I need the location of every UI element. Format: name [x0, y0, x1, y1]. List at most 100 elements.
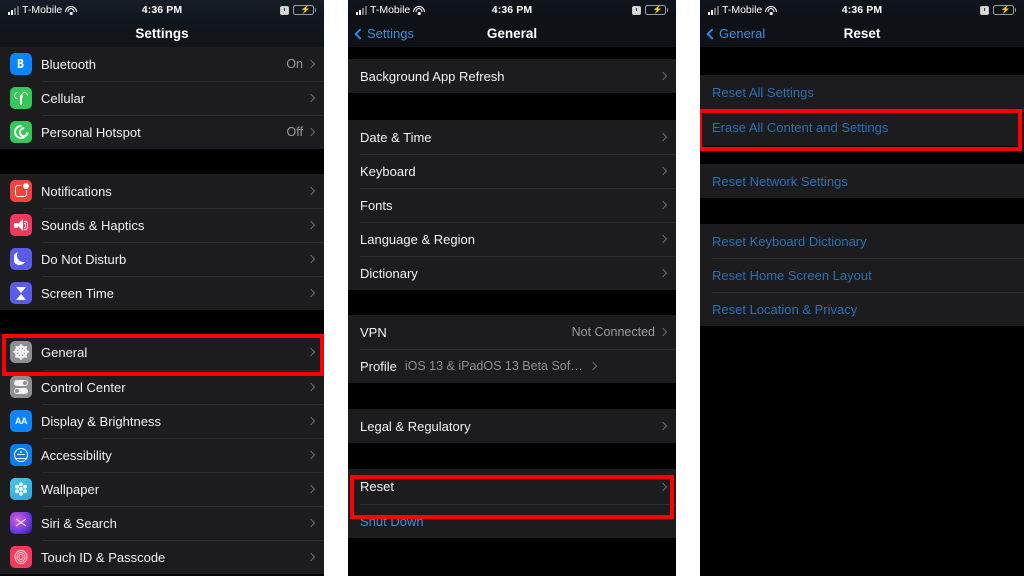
page-title: Settings [135, 26, 189, 41]
reset-row-erase-all-content-and-settings[interactable]: Erase All Content and Settings [700, 109, 1024, 146]
row-label: Reset [360, 479, 394, 494]
reset-row-reset-keyboard-dictionary[interactable]: Reset Keyboard Dictionary [700, 224, 1024, 258]
settings-row-personal-hotspot[interactable]: Personal Hotspot Off [0, 115, 324, 149]
settings-row-do-not-disturb[interactable]: Do Not Disturb [0, 242, 324, 276]
reset-row-reset-network-settings[interactable]: Reset Network Settings [700, 164, 1024, 198]
row-label: Sounds & Haptics [41, 217, 145, 233]
group-gap [700, 198, 1024, 224]
chevron-right-icon [306, 186, 316, 196]
carrier-label: T-Mobile [722, 4, 763, 16]
row-label: Reset Location & Privacy [712, 301, 858, 317]
chevron-right-icon [306, 220, 316, 230]
chevron-right-icon [306, 127, 316, 137]
general-row-background-app-refresh[interactable]: Background App Refresh [348, 59, 676, 93]
settings-row-bluetooth[interactable]: Bluetooth On [0, 47, 324, 81]
chevron-left-icon [354, 27, 366, 40]
settings-row-accessibility[interactable]: Accessibility [0, 438, 324, 472]
settings-row-notifications[interactable]: Notifications [0, 174, 324, 208]
settings-row-sounds-haptics[interactable]: Sounds & Haptics [0, 208, 324, 242]
settings-row-cellular[interactable]: Cellular [0, 81, 324, 115]
row-label: Personal Hotspot [41, 124, 141, 140]
row-value: Off [286, 125, 303, 139]
reset-group-network: Reset Network Settings [700, 164, 1024, 198]
chevron-right-icon [306, 347, 316, 357]
signal-bars-icon [708, 5, 719, 15]
row-value: On [286, 57, 303, 71]
row-label: Reset All Settings [712, 84, 814, 100]
chevron-right-icon [306, 552, 316, 562]
settings-row-touch-id-passcode[interactable]: Touch ID & Passcode [0, 540, 324, 574]
chevron-left-icon [706, 27, 718, 40]
general-list[interactable]: Background App Refresh Date & Time Keybo… [348, 47, 676, 568]
carrier-label: T-Mobile [370, 4, 411, 16]
general-group-background-refresh: Background App Refresh [348, 59, 676, 93]
row-label: Keyboard [360, 163, 416, 179]
row-label: Screen Time [41, 285, 114, 301]
chevron-right-icon [306, 416, 316, 426]
settings-row-screen-time[interactable]: Screen Time [0, 276, 324, 310]
back-button-label: General [719, 26, 766, 41]
row-label: Accessibility [41, 447, 112, 463]
row-label: Language & Region [360, 231, 475, 247]
reset-row-reset-home-screen-layout[interactable]: Reset Home Screen Layout [700, 258, 1024, 292]
settings-row-wallpaper[interactable]: Wallpaper [0, 472, 324, 506]
general-row-vpn[interactable]: VPN Not Connected [348, 315, 676, 349]
row-label: Profile [360, 358, 397, 374]
row-label: Control Center [41, 379, 126, 395]
row-value: Not Connected [571, 325, 655, 339]
settings-row-siri-search[interactable]: Siri & Search [0, 506, 324, 540]
reset-row-reset-location-privacy[interactable]: Reset Location & Privacy [700, 292, 1024, 326]
row-label: Cellular [41, 90, 86, 106]
chevron-right-icon [658, 327, 668, 337]
row-label: Display & Brightness [41, 413, 161, 429]
general-row-keyboard[interactable]: Keyboard [348, 154, 676, 188]
status-bar-left: T-Mobile [356, 4, 426, 16]
touch-id-passcode-icon [10, 546, 32, 568]
battery-charging-icon: ⚡ [292, 5, 316, 15]
group-gap [700, 47, 1024, 75]
general-row-fonts[interactable]: Fonts [348, 188, 676, 222]
group-gap [348, 538, 676, 568]
row-label: Wallpaper [41, 481, 100, 497]
row-label: General [41, 344, 88, 360]
personal-hotspot-icon [10, 121, 32, 143]
row-label: Notifications [41, 183, 112, 199]
general-row-date-time[interactable]: Date & Time [348, 120, 676, 154]
chevron-right-icon [306, 518, 316, 528]
general-row-legal-regulatory[interactable]: Legal & Regulatory [348, 409, 676, 443]
siri-search-icon [10, 512, 32, 534]
general-row-shut-down[interactable]: Shut Down [348, 504, 676, 538]
back-button-general[interactable]: General [706, 26, 766, 41]
reset-group-primary: Reset All Settings Erase All Content and… [700, 75, 1024, 146]
status-bar-right: ⚡ [979, 5, 1016, 15]
general-row-reset[interactable]: Reset [348, 469, 676, 504]
reset-group-misc: Reset Keyboard Dictionary Reset Home Scr… [700, 224, 1024, 326]
general-group-reset-shutdown: Reset Shut Down [348, 469, 676, 538]
general-row-profile[interactable]: Profile iOS 13 & iPadOS 13 Beta Software… [348, 349, 676, 383]
row-label: Reset Network Settings [712, 173, 848, 189]
screen-time-icon [10, 282, 32, 304]
chevron-right-icon [658, 268, 668, 278]
row-label: Do Not Disturb [41, 251, 127, 267]
settings-row-display-brightness[interactable]: AA Display & Brightness [0, 404, 324, 438]
group-gap [348, 93, 676, 120]
sounds-haptics-icon [10, 214, 32, 236]
row-label: Siri & Search [41, 515, 117, 531]
general-row-language-region[interactable]: Language & Region [348, 222, 676, 256]
wifi-icon [413, 5, 426, 15]
row-label: Reset Home Screen Layout [712, 267, 872, 283]
nav-bar-settings: Settings [0, 20, 324, 47]
settings-list[interactable]: Bluetooth On Cellular Personal Hotspot O… [0, 47, 324, 574]
chevron-right-icon [658, 132, 668, 142]
chevron-right-icon [658, 200, 668, 210]
row-label: Touch ID & Passcode [41, 549, 166, 565]
general-row-dictionary[interactable]: Dictionary [348, 256, 676, 290]
reset-row-reset-all-settings[interactable]: Reset All Settings [700, 75, 1024, 109]
do-not-disturb-icon [10, 248, 32, 270]
status-bar: T-Mobile 4:36 PM ⚡ [0, 0, 324, 20]
settings-row-control-center[interactable]: Control Center [0, 370, 324, 404]
reset-list[interactable]: Reset All Settings Erase All Content and… [700, 47, 1024, 576]
group-gap [348, 383, 676, 409]
back-button-settings[interactable]: Settings [354, 26, 414, 41]
settings-row-general[interactable]: General [0, 334, 324, 370]
